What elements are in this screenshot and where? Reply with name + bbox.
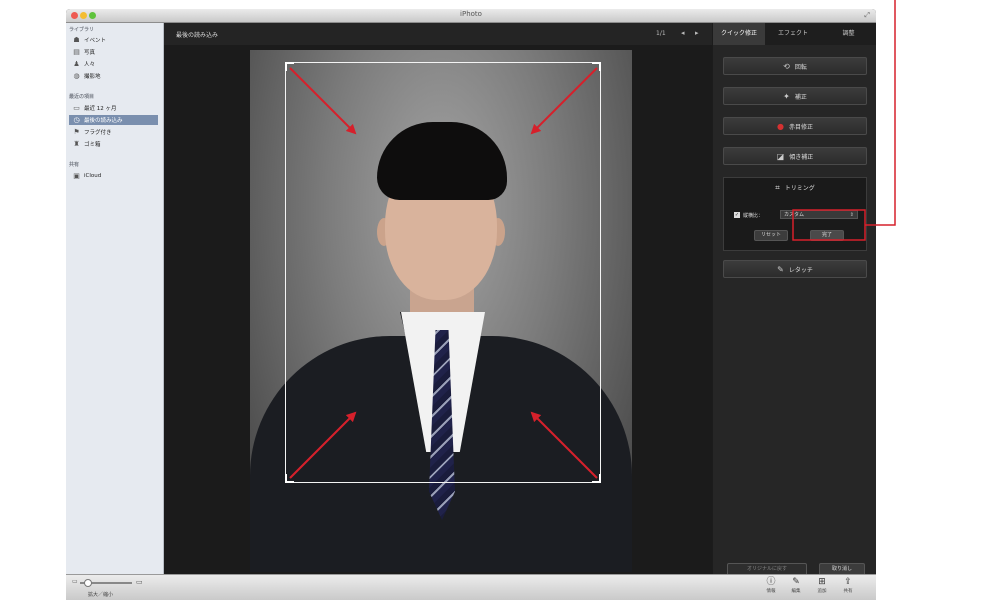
- edit-button[interactable]: ✎ 編集: [786, 577, 806, 594]
- sidebar-section-library: ライブラリ: [69, 27, 95, 33]
- enhance-icon: ✦: [783, 91, 790, 101]
- sidebar-item-label: iCloud: [84, 173, 102, 179]
- constrain-label: 縦横比：: [743, 213, 764, 219]
- zoom-out-icon[interactable]: ▭: [72, 578, 78, 585]
- sidebar-item-trash[interactable]: ♜ ゴミ箱: [69, 139, 158, 149]
- straighten-icon: ◪: [776, 151, 785, 161]
- photo-count: 1/1: [656, 30, 666, 37]
- reset-button[interactable]: リセット: [754, 230, 788, 241]
- add-label: 追加: [817, 589, 827, 594]
- edit-label: 編集: [791, 589, 801, 594]
- crop-handle-bottom-left[interactable]: [285, 474, 294, 483]
- share-label: 共有: [843, 589, 853, 594]
- sidebar-item-label: 撮影地: [84, 74, 101, 80]
- sidebar-item-flagged[interactable]: ⚑ フラグ付き: [69, 127, 158, 137]
- aspect-ratio-select[interactable]: カスタム ⇕: [780, 210, 858, 219]
- sidebar-item-label: イベント: [84, 38, 107, 44]
- straighten-button[interactable]: ◪ 傾き補正: [723, 147, 867, 165]
- previous-photo-icon[interactable]: ◂: [681, 29, 685, 37]
- crop-handle-top-left[interactable]: [285, 62, 294, 71]
- tab-quick-fixes[interactable]: クイック修正: [713, 23, 765, 45]
- sidebar-item-events[interactable]: ☗ イベント: [69, 35, 158, 45]
- share-icon: ⇪: [844, 577, 852, 587]
- add-icon: ⊞: [818, 577, 826, 587]
- edit-panel: クイック修正 エフェクト 調整 ⟲ 回転 ✦ 補正 ● 赤目修正 ◪ 傾き補正 ⌗ トリミ…: [713, 23, 876, 576]
- trim-title: ⌗ トリミング: [724, 183, 866, 193]
- sidebar-item-label: 最後の読み込み: [84, 118, 123, 124]
- tab-effects[interactable]: エフェクト: [766, 23, 820, 45]
- red-eye-label: 赤目修正: [788, 123, 813, 131]
- sidebar-item-label: 写真: [84, 50, 96, 56]
- crop-handle-top-right[interactable]: [592, 62, 601, 71]
- sidebar-item-people[interactable]: ♟ 人々: [69, 59, 158, 69]
- retouch-label: レタッチ: [788, 266, 813, 274]
- share-button[interactable]: ⇪ 共有: [838, 577, 858, 594]
- trim-panel: ⌗ トリミング ✓ 縦横比： カスタム ⇕ リセット 完了: [723, 177, 867, 251]
- sidebar-item-label: 最近 12 ヶ月: [84, 106, 117, 112]
- sidebar-item-places[interactable]: ◍ 撮影地: [69, 71, 158, 81]
- people-icon: ♟: [73, 60, 80, 68]
- sidebar-item-last-12-months[interactable]: ▭ 最近 12 ヶ月: [69, 103, 158, 113]
- viewer-toolbar: 最後の読み込み 1/1 ◂ ▸: [164, 23, 712, 45]
- crop-handle-bottom-right[interactable]: [592, 474, 601, 483]
- rotate-label: 回転: [794, 63, 807, 71]
- sidebar-section-shared: 共有: [69, 162, 80, 168]
- places-icon: ◍: [73, 72, 80, 80]
- trim-title-label: トリミング: [784, 185, 815, 192]
- edit-pencil-icon: ✎: [792, 577, 800, 587]
- add-button[interactable]: ⊞ 追加: [812, 577, 832, 594]
- bottom-bar: ▭ ▭ 拡大／縮小 ⓘ 情報 ✎ 編集 ⊞ 追加 ⇪ 共有: [66, 574, 876, 600]
- rotate-button[interactable]: ⟲ 回転: [723, 57, 867, 75]
- sidebar: ライブラリ ☗ イベント ▤ 写真 ♟ 人々 ◍ 撮影地 最近の項目 ▭ 最近 12 ヶ月…: [66, 23, 164, 574]
- sidebar-item-photos[interactable]: ▤ 写真: [69, 47, 158, 57]
- constrain-checkbox[interactable]: ✓: [734, 212, 740, 218]
- done-button[interactable]: 完了: [810, 230, 844, 241]
- crop-icon: ⌗: [775, 183, 780, 192]
- last-import-icon: ◷: [73, 116, 80, 124]
- calendar-icon: ▭: [73, 104, 80, 112]
- straighten-label: 傾き補正: [789, 153, 814, 161]
- sidebar-item-last-import[interactable]: ◷ 最後の読み込み: [69, 115, 158, 125]
- title-bar: iPhoto ⤢: [66, 9, 876, 23]
- next-photo-icon[interactable]: ▸: [695, 29, 699, 37]
- info-button[interactable]: ⓘ 情報: [761, 577, 781, 594]
- window-title: iPhoto: [460, 10, 482, 18]
- sidebar-item-label: フラグ付き: [84, 130, 112, 136]
- sidebar-item-label: 人々: [84, 62, 96, 68]
- flag-icon: ⚑: [73, 128, 80, 136]
- edit-tabs: クイック修正 エフェクト 調整: [713, 23, 876, 45]
- zoom-label: 拡大／縮小: [88, 592, 114, 598]
- red-eye-icon: ●: [777, 121, 784, 131]
- red-eye-button[interactable]: ● 赤目修正: [723, 117, 867, 135]
- breadcrumb[interactable]: 最後の読み込み: [176, 30, 218, 39]
- aspect-ratio-value: カスタム: [784, 212, 805, 218]
- retouch-brush-icon: ✎: [777, 264, 784, 274]
- enhance-button[interactable]: ✦ 補正: [723, 87, 867, 105]
- photos-icon: ▤: [73, 48, 80, 56]
- enhance-label: 補正: [794, 93, 807, 101]
- info-icon: ⓘ: [766, 577, 776, 587]
- zoom-in-icon[interactable]: ▭: [136, 578, 143, 586]
- info-label: 情報: [766, 589, 776, 594]
- rotate-icon: ⟲: [783, 61, 790, 71]
- tab-adjust[interactable]: 調整: [821, 23, 876, 45]
- sidebar-item-label: ゴミ箱: [84, 142, 101, 148]
- fullscreen-arrows-icon[interactable]: ⤢: [864, 11, 870, 20]
- retouch-button[interactable]: ✎ レタッチ: [723, 260, 867, 278]
- event-icon: ☗: [73, 36, 80, 44]
- icloud-icon: ▣: [73, 172, 80, 180]
- sidebar-item-icloud[interactable]: ▣ iCloud: [69, 171, 158, 181]
- crop-rectangle[interactable]: [285, 62, 601, 483]
- chevron-updown-icon: ⇕: [849, 212, 854, 218]
- sidebar-section-recent: 最近の項目: [69, 94, 95, 100]
- trash-icon: ♜: [73, 140, 80, 148]
- zoom-slider-handle[interactable]: [84, 579, 92, 587]
